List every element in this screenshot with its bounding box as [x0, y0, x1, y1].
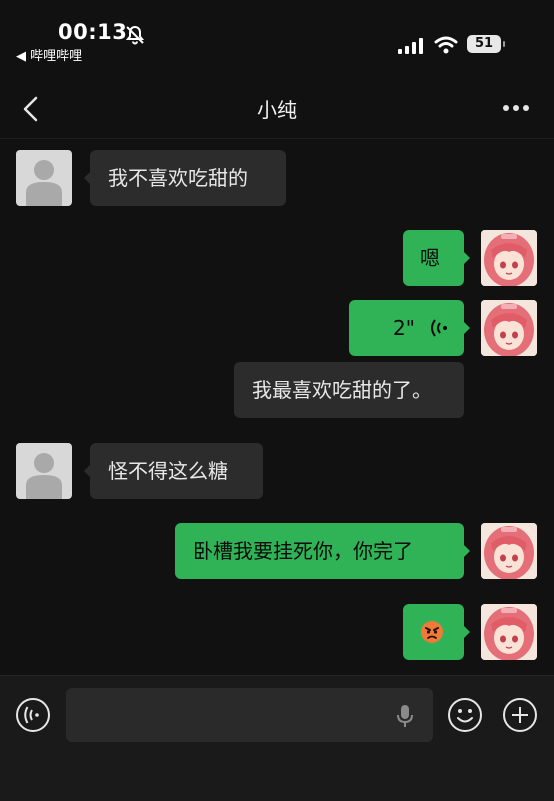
voice-wave-icon — [431, 319, 447, 337]
my-avatar[interactable] — [481, 523, 537, 579]
message-text: 我最喜欢吃甜的了。 — [252, 378, 432, 402]
emoji-message-bubble[interactable] — [403, 604, 470, 660]
message-bubble-outgoing[interactable]: 嗯 — [403, 230, 470, 286]
voice-duration: 2" — [393, 316, 415, 340]
default-avatar-icon — [26, 453, 62, 499]
input-bar — [0, 675, 554, 801]
back-to-app-link[interactable]: ◀ 哔哩哔哩 — [16, 45, 82, 64]
my-avatar[interactable] — [481, 300, 537, 356]
message-bubble-outgoing[interactable]: 卧槽我要挂死你，你完了 — [175, 523, 470, 579]
message-bubble-incoming[interactable]: 我不喜欢吃甜的 — [84, 150, 286, 206]
my-avatar[interactable] — [481, 604, 537, 660]
message-input[interactable] — [66, 688, 433, 742]
status-bar: 00:13 ◀ 哔哩哔哩 51 — [0, 0, 554, 70]
anime-avatar-icon — [481, 523, 537, 579]
angry-face-icon — [421, 621, 443, 643]
chat-header: 小纯 — [0, 78, 554, 139]
more-options-icon[interactable] — [502, 104, 530, 112]
wifi-icon — [434, 36, 458, 54]
contact-avatar[interactable] — [16, 443, 72, 499]
status-time: 00:13 — [58, 20, 128, 44]
battery-indicator: 51 — [467, 35, 505, 53]
anime-avatar-icon — [481, 300, 537, 356]
default-avatar-icon — [26, 160, 62, 206]
microphone-icon[interactable] — [397, 704, 413, 728]
emoji-icon[interactable] — [447, 697, 483, 733]
message-bubble-incoming[interactable]: 我最喜欢吃甜的了。 — [234, 362, 464, 418]
chat-title: 小纯 — [257, 98, 297, 122]
add-icon[interactable] — [502, 697, 538, 733]
anime-avatar-icon — [481, 604, 537, 660]
message-text: 卧槽我要挂死你，你完了 — [193, 539, 413, 563]
voice-message-bubble[interactable]: 2" — [349, 300, 470, 356]
my-avatar[interactable] — [481, 230, 537, 286]
voice-input-icon[interactable] — [15, 697, 51, 733]
message-bubble-incoming[interactable]: 怪不得这么糖 — [84, 443, 263, 499]
message-text: 嗯 — [420, 246, 440, 270]
contact-avatar[interactable] — [16, 150, 72, 206]
message-text: 我不喜欢吃甜的 — [108, 166, 248, 190]
message-text: 怪不得这么糖 — [108, 459, 228, 483]
anime-avatar-icon — [481, 230, 537, 286]
signal-icon — [398, 38, 423, 54]
bell-muted-icon — [125, 25, 145, 45]
